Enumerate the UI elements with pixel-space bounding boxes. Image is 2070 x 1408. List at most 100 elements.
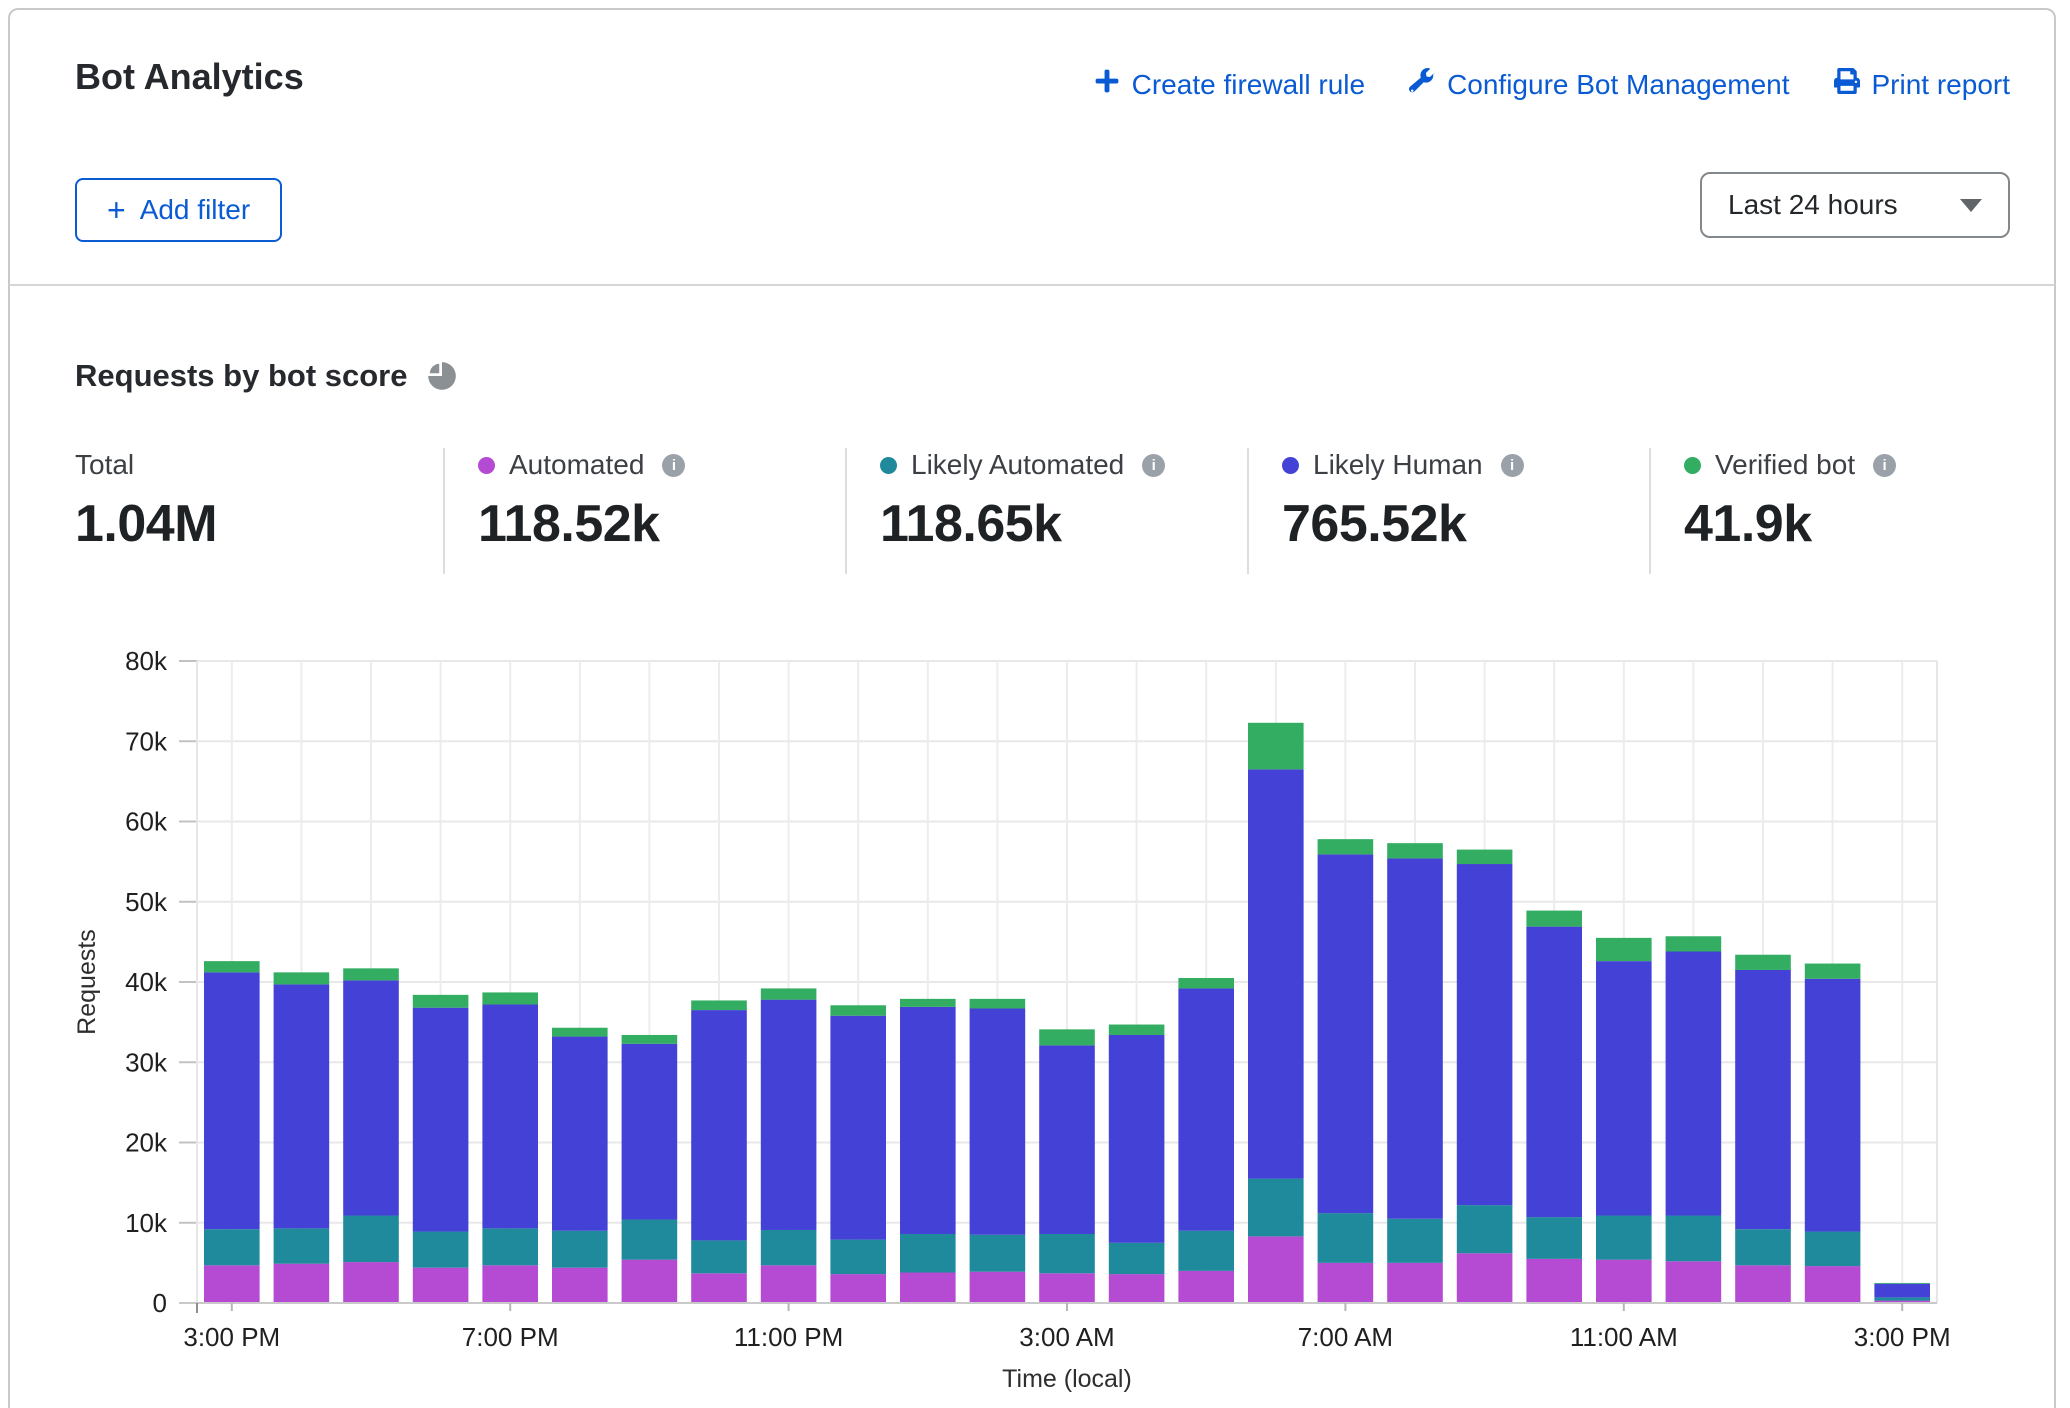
bar-segment-likely-human[interactable] [691,1010,747,1240]
bar-segment-verified-bot[interactable] [204,961,260,972]
bar-segment-automated[interactable] [970,1272,1026,1303]
bar-segment-automated[interactable] [900,1273,956,1303]
bar-segment-likely-human[interactable] [413,1008,469,1232]
bar-segment-likely-human[interactable] [1735,970,1791,1229]
bar-segment-likely-human[interactable] [1178,988,1234,1230]
bar-segment-automated[interactable] [343,1262,399,1303]
bar-segment-likely-human[interactable] [1039,1045,1095,1234]
bar-segment-automated[interactable] [1318,1263,1374,1303]
bar-segment-likely-human[interactable] [204,972,260,1229]
bar-segment-automated[interactable] [622,1260,678,1303]
bar-segment-likely-human[interactable] [274,984,330,1228]
bar-segment-verified-bot[interactable] [1178,978,1234,988]
bar-segment-verified-bot[interactable] [343,968,399,980]
bar-segment-verified-bot[interactable] [482,992,538,1004]
bar-segment-likely-human[interactable] [761,1000,817,1230]
bar-segment-automated[interactable] [1387,1263,1443,1303]
bar-segment-verified-bot[interactable] [761,988,817,999]
bar-segment-likely-human[interactable] [830,1016,886,1240]
bar-segment-verified-bot[interactable] [1457,850,1513,864]
bar-segment-likely-human[interactable] [1874,1284,1930,1298]
bar-segment-verified-bot[interactable] [900,999,956,1007]
bar-segment-likely-automated[interactable] [482,1228,538,1265]
bar-segment-likely-human[interactable] [1596,961,1652,1215]
bar-segment-verified-bot[interactable] [970,999,1026,1009]
bar-segment-likely-human[interactable] [1666,952,1722,1216]
bar-segment-verified-bot[interactable] [1039,1029,1095,1045]
bar-segment-automated[interactable] [1178,1271,1234,1303]
bar-segment-verified-bot[interactable] [1318,839,1374,854]
info-icon[interactable]: i [1873,454,1896,477]
bar-segment-automated[interactable] [413,1268,469,1303]
bar-segment-automated[interactable] [761,1265,817,1303]
bar-segment-verified-bot[interactable] [1805,964,1861,979]
bar-segment-automated[interactable] [1039,1273,1095,1303]
bar-segment-likely-automated[interactable] [204,1229,260,1265]
bar-segment-likely-automated[interactable] [691,1240,747,1273]
bar-segment-likely-human[interactable] [1805,979,1861,1232]
bar-segment-automated[interactable] [482,1265,538,1303]
bar-segment-likely-automated[interactable] [1109,1243,1165,1274]
bar-segment-likely-human[interactable] [1248,769,1304,1178]
bar-segment-likely-automated[interactable] [830,1240,886,1275]
bar-segment-likely-automated[interactable] [1596,1216,1652,1260]
bar-segment-likely-automated[interactable] [1039,1234,1095,1273]
bar-segment-verified-bot[interactable] [1874,1283,1930,1284]
bar-segment-likely-human[interactable] [970,1008,1026,1234]
bar-segment-likely-automated[interactable] [1666,1216,1722,1262]
bar-segment-likely-automated[interactable] [761,1230,817,1265]
bar-segment-likely-human[interactable] [900,1007,956,1234]
bar-segment-automated[interactable] [274,1264,330,1303]
bar-segment-verified-bot[interactable] [622,1035,678,1044]
bar-segment-likely-automated[interactable] [1457,1205,1513,1253]
bar-segment-likely-human[interactable] [552,1037,608,1231]
bar-segment-automated[interactable] [204,1265,260,1303]
bar-segment-automated[interactable] [1666,1261,1722,1303]
bar-segment-verified-bot[interactable] [1387,843,1443,858]
bar-segment-likely-automated[interactable] [622,1220,678,1260]
bar-segment-verified-bot[interactable] [1248,723,1304,770]
bar-segment-automated[interactable] [1109,1274,1165,1303]
time-range-dropdown[interactable]: Last 24 hours [1700,172,2010,238]
bar-segment-likely-automated[interactable] [552,1231,608,1268]
bar-segment-likely-human[interactable] [482,1004,538,1228]
bar-segment-likely-human[interactable] [1318,854,1374,1213]
bar-segment-likely-automated[interactable] [1318,1213,1374,1263]
bar-segment-automated[interactable] [830,1274,886,1303]
bar-segment-likely-automated[interactable] [1874,1297,1930,1300]
info-icon[interactable]: i [1501,454,1524,477]
bar-segment-automated[interactable] [1526,1259,1582,1303]
info-icon[interactable]: i [1142,454,1165,477]
bar-segment-likely-automated[interactable] [413,1232,469,1268]
bar-segment-likely-human[interactable] [1387,858,1443,1218]
bar-segment-likely-human[interactable] [1109,1035,1165,1243]
info-icon[interactable]: i [662,454,685,477]
bar-segment-verified-bot[interactable] [1596,938,1652,961]
bar-segment-likely-human[interactable] [1526,927,1582,1218]
bar-segment-likely-automated[interactable] [1526,1217,1582,1259]
bar-segment-automated[interactable] [1248,1236,1304,1303]
bar-segment-verified-bot[interactable] [274,972,330,984]
bar-segment-automated[interactable] [1596,1260,1652,1303]
bar-segment-verified-bot[interactable] [691,1000,747,1010]
bar-segment-likely-human[interactable] [1457,864,1513,1205]
bar-segment-likely-automated[interactable] [274,1228,330,1263]
bar-segment-likely-automated[interactable] [1805,1232,1861,1267]
bar-segment-verified-bot[interactable] [830,1005,886,1015]
bar-segment-automated[interactable] [1735,1265,1791,1303]
bar-segment-likely-automated[interactable] [1387,1219,1443,1263]
configure-bot-management-link[interactable]: Configure Bot Management [1409,68,1789,101]
bar-segment-likely-automated[interactable] [1735,1229,1791,1265]
bar-segment-verified-bot[interactable] [1526,911,1582,927]
bar-segment-likely-automated[interactable] [970,1235,1026,1272]
bar-segment-likely-automated[interactable] [1178,1231,1234,1271]
bar-segment-verified-bot[interactable] [552,1028,608,1037]
create-firewall-rule-link[interactable]: Create firewall rule [1094,68,1365,101]
bar-segment-likely-human[interactable] [343,980,399,1215]
bar-segment-verified-bot[interactable] [1666,936,1722,951]
bar-segment-verified-bot[interactable] [1735,955,1791,970]
bar-segment-verified-bot[interactable] [1109,1025,1165,1035]
add-filter-button[interactable]: + Add filter [75,178,282,242]
bar-segment-likely-automated[interactable] [343,1216,399,1263]
bar-segment-likely-human[interactable] [622,1044,678,1220]
